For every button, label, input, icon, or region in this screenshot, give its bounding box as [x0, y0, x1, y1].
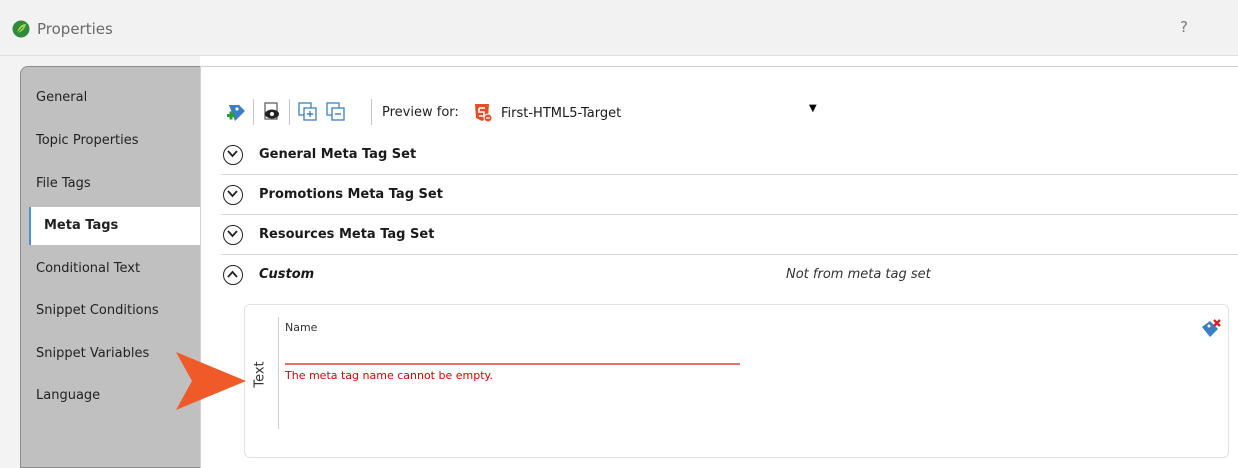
title-bar: Properties ? — [0, 0, 1238, 56]
sidebar-item-snippet-variables[interactable]: Snippet Variables — [21, 335, 201, 373]
preview-target-dropdown[interactable]: First-HTML5-Target ▼ — [473, 99, 833, 127]
name-field-label: Name — [285, 321, 318, 334]
meta-set-resources[interactable]: Resources Meta Tag Set — [221, 215, 1238, 255]
expand-all-icon[interactable] — [297, 101, 319, 123]
meta-set-label: Resources Meta Tag Set — [259, 227, 435, 242]
sidebar-item-snippet-conditions[interactable]: Snippet Conditions — [21, 292, 201, 330]
toolbar-separator — [371, 99, 372, 125]
meta-set-note: Not from meta tag set — [786, 267, 931, 282]
divider — [278, 317, 279, 429]
expand-chevron-icon[interactable] — [223, 225, 243, 245]
help-button[interactable]: ? — [1180, 18, 1188, 36]
meta-set-general[interactable]: General Meta Tag Set — [221, 135, 1238, 175]
callout-arrow-icon — [176, 352, 246, 410]
sidebar-item-general[interactable]: General — [21, 79, 201, 117]
sidebar-item-topic-properties[interactable]: Topic Properties — [21, 122, 201, 160]
meta-set-label: Promotions Meta Tag Set — [259, 187, 443, 202]
meta-set-label: Custom — [259, 267, 315, 282]
remove-meta-tag-icon[interactable] — [1200, 319, 1222, 339]
app-logo-icon — [12, 20, 30, 38]
tag-type-label: Text — [252, 361, 268, 388]
expand-chevron-icon[interactable] — [223, 145, 243, 165]
preview-icon[interactable] — [261, 101, 283, 123]
sidebar-item-file-tags[interactable]: File Tags — [21, 165, 201, 203]
chevron-down-icon: ▼ — [809, 103, 817, 114]
sidebar-item-conditional-text[interactable]: Conditional Text — [21, 250, 201, 288]
validation-error-text: The meta tag name cannot be empty. — [285, 369, 493, 382]
meta-set-custom[interactable]: Custom Not from meta tag set — [221, 255, 1238, 295]
meta-set-promotions[interactable]: Promotions Meta Tag Set — [221, 175, 1238, 215]
preview-for-label: Preview for: — [382, 105, 459, 120]
window-title: Properties — [37, 20, 113, 38]
preview-target-value: First-HTML5-Target — [501, 106, 622, 121]
collapse-all-icon[interactable] — [325, 101, 347, 123]
toolbar-separator — [253, 99, 254, 125]
custom-meta-tag-editor: Text Name The meta tag name cannot be em… — [244, 304, 1229, 458]
toolbar-separator — [289, 99, 290, 125]
expand-chevron-icon[interactable] — [223, 185, 243, 205]
sidebar-item-language[interactable]: Language — [21, 377, 201, 415]
meta-tag-name-input[interactable] — [285, 343, 740, 365]
add-meta-tag-icon[interactable] — [225, 101, 247, 123]
meta-tags-panel: Preview for: First-HTML5-Target ▼ Genera… — [200, 66, 1238, 468]
toolbar: Preview for: First-HTML5-Target ▼ — [221, 95, 1238, 131]
sidebar-item-meta-tags[interactable]: Meta Tags — [29, 207, 202, 245]
html5-target-icon — [475, 104, 493, 123]
meta-set-label: General Meta Tag Set — [259, 147, 417, 162]
collapse-chevron-icon[interactable] — [223, 265, 243, 285]
sidebar: General Topic Properties File Tags Meta … — [20, 66, 202, 468]
